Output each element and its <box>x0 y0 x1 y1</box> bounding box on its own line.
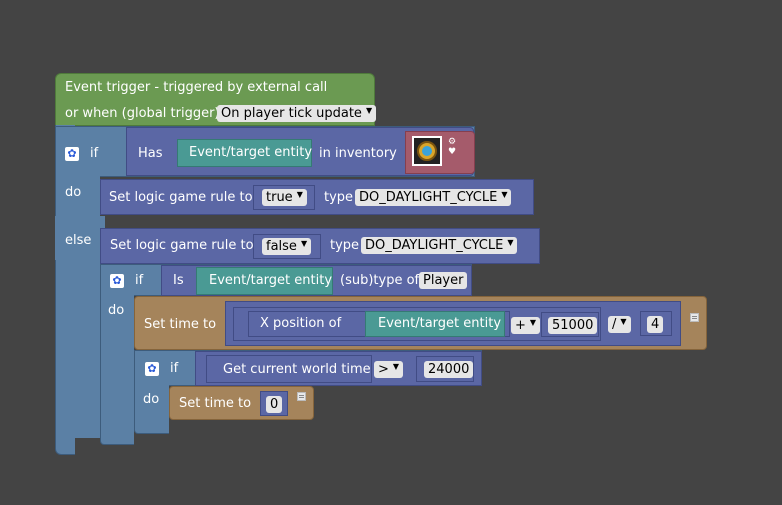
set-game-rule-label: Set logic game rule to <box>110 238 254 253</box>
global-trigger-value: On player tick update <box>221 106 362 121</box>
number-block[interactable]: 0 <box>260 391 288 416</box>
number-value: 51000 <box>552 318 594 333</box>
world-time-block[interactable]: Get current world time <box>206 355 372 383</box>
inventory-label: in inventory <box>319 146 397 161</box>
else-label: else <box>65 233 92 248</box>
game-rule-type-value: DO_DAYLIGHT_CYCLE <box>359 190 498 205</box>
dropdown-arrow-icon: ▼ <box>620 317 627 326</box>
dropdown-arrow-icon: ▼ <box>507 238 514 247</box>
x-position-block[interactable]: X position of Event/target entity <box>248 311 510 337</box>
dropdown-arrow-icon: ▼ <box>501 190 508 199</box>
if-block-world-time[interactable]: if Get current world time >▼ 24000 <box>134 350 482 386</box>
dropdown-arrow-icon: ▼ <box>529 318 537 327</box>
entity-type-value: Player <box>423 273 464 288</box>
number-field[interactable]: 24000 <box>424 361 474 378</box>
game-rule-type-value: DO_DAYLIGHT_CYCLE <box>365 238 504 253</box>
set-time-block[interactable]: Set time to X position of Event/target e… <box>134 296 707 350</box>
number-field[interactable]: 0 <box>266 396 283 413</box>
operator-value: + <box>515 318 526 333</box>
number-value: 0 <box>270 397 279 412</box>
set-time-label: Set time to <box>179 396 252 411</box>
type-label: type <box>324 190 354 205</box>
global-trigger-dropdown[interactable]: On player tick update ▼ <box>217 105 377 122</box>
dropdown-arrow-icon: ▼ <box>296 190 303 199</box>
compare-block[interactable]: Get current world time > ▼ 24000 <box>195 351 482 386</box>
type-label: type <box>330 238 360 253</box>
game-rule-type-dropdown[interactable]: DO_DAYLIGHT_CYCLE ▼ <box>355 189 512 206</box>
number-value: 4 <box>651 317 660 332</box>
mutator-gear-icon[interactable] <box>65 146 79 162</box>
subtype-label: (sub)type of <box>340 273 420 288</box>
operator-value: / <box>612 317 617 332</box>
entity-block[interactable]: Event/target entity <box>177 139 312 167</box>
comment-icon[interactable] <box>690 313 699 322</box>
entity-type-field[interactable]: Player <box>419 272 468 289</box>
mutator-gear-icon[interactable] <box>145 361 159 377</box>
boolean-dropdown-true[interactable]: true ▼ <box>262 189 307 206</box>
event-trigger-title: Event trigger - triggered by external ca… <box>65 80 328 95</box>
entity-label: Event/target entity <box>378 316 502 331</box>
do-label: do <box>143 392 160 407</box>
entity-block[interactable]: Event/target entity <box>365 311 505 337</box>
boolean-block-false[interactable]: false ▼ <box>253 234 321 259</box>
entity-label: Event/target entity <box>209 273 333 288</box>
global-trigger-label: or when (global trigger): <box>65 106 224 121</box>
item-options-icon[interactable]: ⚙ ♥ <box>448 137 456 157</box>
add-block[interactable]: X position of Event/target entity + ▼ 510… <box>233 307 601 341</box>
mutator-gear-icon[interactable] <box>110 273 124 289</box>
number-field[interactable]: 51000 <box>548 317 598 334</box>
set-game-rule-label: Set logic game rule to <box>109 190 253 205</box>
has-label: Has <box>138 146 163 161</box>
is-label: Is <box>173 273 184 288</box>
entity-label: Event/target entity <box>189 145 313 160</box>
set-time-label: Set time to <box>144 317 217 332</box>
boolean-block-true[interactable]: true ▼ <box>253 185 315 210</box>
do-label: do <box>108 303 125 318</box>
add-operator-dropdown[interactable]: + ▼ <box>511 317 541 334</box>
if-block-subtype[interactable]: if Is Event/target entity (sub)type of P… <box>100 264 472 296</box>
item-slot[interactable] <box>412 136 442 166</box>
number-block[interactable]: 51000 <box>541 312 599 337</box>
if-else-block[interactable]: if Has Event/target entity in inventory … <box>55 126 475 177</box>
set-game-rule-block-true[interactable]: Set logic game rule to true ▼ type DO_DAY… <box>100 179 534 215</box>
x-position-label: X position of <box>260 316 342 331</box>
dropdown-arrow-icon: ▼ <box>392 362 400 371</box>
event-trigger-block[interactable]: Event trigger - triggered by external ca… <box>55 73 377 126</box>
number-field[interactable]: 4 <box>647 316 664 333</box>
do-label: do <box>65 185 82 200</box>
is-subtype-block[interactable]: Is Event/target entity (sub)type of Play… <box>161 265 472 296</box>
dropdown-arrow-icon: ▼ <box>300 239 308 248</box>
boolean-dropdown-false[interactable]: false ▼ <box>262 238 312 255</box>
has-in-inventory-block[interactable]: Has Event/target entity in inventory ⚙ ♥ <box>126 127 475 176</box>
divide-operator-dropdown[interactable]: / ▼ <box>608 316 631 333</box>
world-time-label: Get current world time <box>223 362 371 377</box>
if-label: if <box>170 361 179 376</box>
comment-icon[interactable] <box>297 392 306 401</box>
set-time-zero-block[interactable]: Set time to 0 <box>169 386 314 420</box>
divide-block[interactable]: X position of Event/target entity + ▼ 510… <box>225 301 681 346</box>
if-label: if <box>135 273 144 288</box>
operator-value: > <box>378 362 389 377</box>
dropdown-arrow-icon: ▼ <box>365 106 373 115</box>
number-block[interactable]: 24000 <box>416 356 474 382</box>
if-label: if <box>90 146 99 161</box>
boolean-value: true <box>266 190 293 205</box>
number-block[interactable]: 4 <box>640 311 672 336</box>
compass-item-icon <box>417 141 437 161</box>
number-value: 24000 <box>428 362 470 377</box>
compare-operator-dropdown[interactable]: > ▼ <box>374 361 404 378</box>
game-rule-type-dropdown[interactable]: DO_DAYLIGHT_CYCLE ▼ <box>361 237 518 254</box>
set-game-rule-block-false[interactable]: Set logic game rule to false ▼ type DO_DA… <box>100 228 540 264</box>
boolean-value: false <box>266 239 297 254</box>
entity-block[interactable]: Event/target entity <box>196 267 333 295</box>
item-block[interactable]: ⚙ ♥ <box>405 131 475 174</box>
